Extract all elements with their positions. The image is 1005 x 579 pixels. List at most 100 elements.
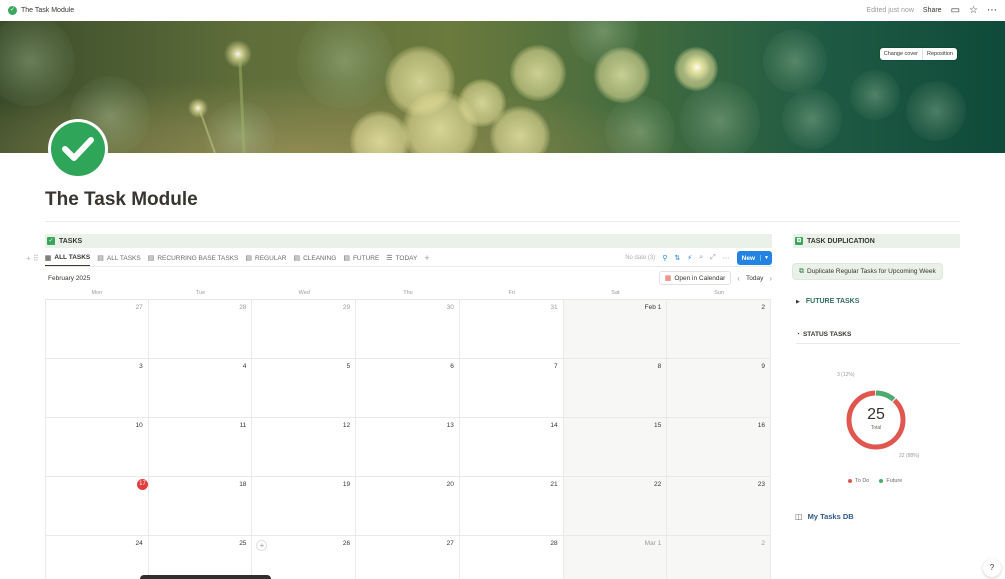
sort-icon[interactable]: ⇅ [674,254,680,262]
calendar-day[interactable]: 15 [563,418,668,477]
weekday-label: Tue [195,290,206,296]
calendar-day[interactable]: Feb 1 [563,300,668,359]
day-number: 11 [239,422,247,429]
page-icon[interactable] [48,119,108,179]
tab-all-tasks-calendar[interactable]: ▦ ALL TASKS [44,250,91,266]
calendar-day[interactable]: 27 [45,300,149,359]
donut-total-value: 25 [867,406,885,423]
calendar-day[interactable]: 16 [667,418,771,477]
calendar-day[interactable]: 10 [45,418,149,477]
calendar-day[interactable]: Mar 1 [563,536,668,579]
breadcrumb-title: The Task Module [21,7,75,14]
calendar-day[interactable]: 22 [563,477,668,536]
next-month-icon[interactable]: › [769,274,772,283]
my-tasks-db-link[interactable]: ◫ My Tasks DB [795,512,854,521]
more-options-icon[interactable]: ⋯ [723,254,730,262]
calendar-day[interactable]: 25 [149,536,253,579]
tab-recurring-base-tasks[interactable]: ▤ RECURRING BASE TASKS [148,250,239,266]
new-button[interactable]: New ▼ [736,251,772,265]
calendar-day[interactable]: 18 [148,477,253,536]
day-number: 18 [239,481,247,488]
calendar-day[interactable]: 11 [148,418,253,477]
tasks-header-label: TASKS [59,237,83,245]
tasks-header: ✓ TASKS [45,234,772,248]
tab-cleaning[interactable]: ▤ CLEANING [293,250,336,266]
tab-all-tasks[interactable]: ▤ ALL TASKS [97,250,140,266]
day-number: 27 [446,540,454,547]
edited-status: Edited just now [866,7,914,14]
star-icon[interactable]: ☆ [969,5,978,16]
day-number: 14 [550,422,558,429]
calendar-day[interactable]: 12 [252,418,357,477]
duplicate-regular-tasks-button[interactable]: ⧉ Duplicate Regular Tasks for Upcoming W… [793,264,942,279]
calendar-day[interactable]: 27 [356,536,460,579]
help-button[interactable]: ? [983,559,1001,577]
calendar-day[interactable]: 14 [459,418,564,477]
task-duplication-header: ⧉ TASK DUPLICATION [793,234,960,248]
chevron-down-icon[interactable]: ▼ [760,255,772,261]
calendar-day[interactable]: 29 [252,300,357,359]
calendar-day[interactable]: 31 [459,300,564,359]
view-tabs: + ⠿ ▦ ALL TASKS ▤ ALL TASKS ▤ RECURRING … [26,250,772,266]
change-cover-button[interactable]: Change cover [880,48,922,60]
add-view-button[interactable]: + [424,253,429,263]
calendar-day[interactable]: 24 [45,536,149,579]
expand-icon[interactable]: ⤢ [710,254,716,262]
legend-item-future[interactable]: Future [879,478,902,484]
calendar-day[interactable]: 30 [356,300,460,359]
comment-icon[interactable]: ▭ [951,5,960,16]
calendar-day[interactable]: 5 [252,359,357,418]
day-number: 13 [446,422,454,429]
tab-label: CLEANING [303,254,337,262]
tab-regular[interactable]: ▤ REGULAR [245,250,286,266]
breadcrumb[interactable]: ✓ The Task Module [8,6,74,15]
calendar-day[interactable]: 9 [667,359,771,418]
legend-item-todo[interactable]: To Do [848,478,869,484]
scroll-pill[interactable] [140,575,271,579]
calendar-day[interactable]: 23 [667,477,771,536]
day-number: 29 [342,304,351,311]
calendar-day[interactable]: +26 [252,536,357,579]
tab-future[interactable]: ▤ FUTURE [343,250,379,266]
calendar-day[interactable]: 7 [459,359,564,418]
search-icon[interactable]: ⌕ [699,254,703,262]
future-tasks-toggle[interactable]: ▶ FUTURE TASKS [796,298,859,305]
tab-today[interactable]: ☰ TODAY [386,250,417,266]
automation-icon[interactable]: ⚡ [687,254,692,262]
day-number: 21 [550,481,558,488]
day-number: 22 [654,481,662,488]
share-button[interactable]: Share [923,7,942,14]
today-button[interactable]: Today [746,275,763,282]
calendar-day[interactable]: 21 [459,477,564,536]
duplicate-icon: ⧉ [799,267,804,275]
list-icon: ☰ [386,255,393,262]
calendar-day[interactable]: 2 [667,300,771,359]
day-number: 5 [346,363,351,370]
calendar-day[interactable]: 13 [356,418,460,477]
calendar-day[interactable]: 2 [667,536,771,579]
calendar-day[interactable]: 20 [356,477,460,536]
weekday-row: Mon Tue Wed Thu Fri Sat Sun [45,287,771,299]
no-date-count[interactable]: No date (3) [625,255,655,261]
calendar-day[interactable]: 4 [148,359,253,418]
drag-handle-icon[interactable]: + ⠿ [26,254,39,263]
legend-dot [848,479,852,483]
add-task-icon[interactable]: + [256,540,268,551]
new-button-label: New [741,254,756,262]
calendar-day-today[interactable]: 17 [45,477,149,536]
day-number: 23 [757,481,765,488]
prev-month-icon[interactable]: ‹ [737,274,740,283]
filter-icon[interactable]: ⚲ [662,254,667,262]
reposition-button[interactable]: Reposition [922,48,957,60]
calendar-day[interactable]: 3 [45,359,149,418]
more-icon[interactable]: ⋯ [987,5,997,16]
bokeh-cover-art [0,21,966,153]
page-title[interactable]: The Task Module [45,189,198,211]
calendar-day[interactable]: 8 [563,359,668,418]
calendar-day[interactable]: 19 [252,477,357,536]
calendar-day[interactable]: 28 [148,300,253,359]
open-in-calendar-button[interactable]: ▦ Open in Calendar [658,271,732,285]
calendar-day[interactable]: 28 [460,536,564,579]
tab-label: RECURRING BASE TASKS [157,254,239,262]
calendar-day[interactable]: 6 [356,359,460,418]
